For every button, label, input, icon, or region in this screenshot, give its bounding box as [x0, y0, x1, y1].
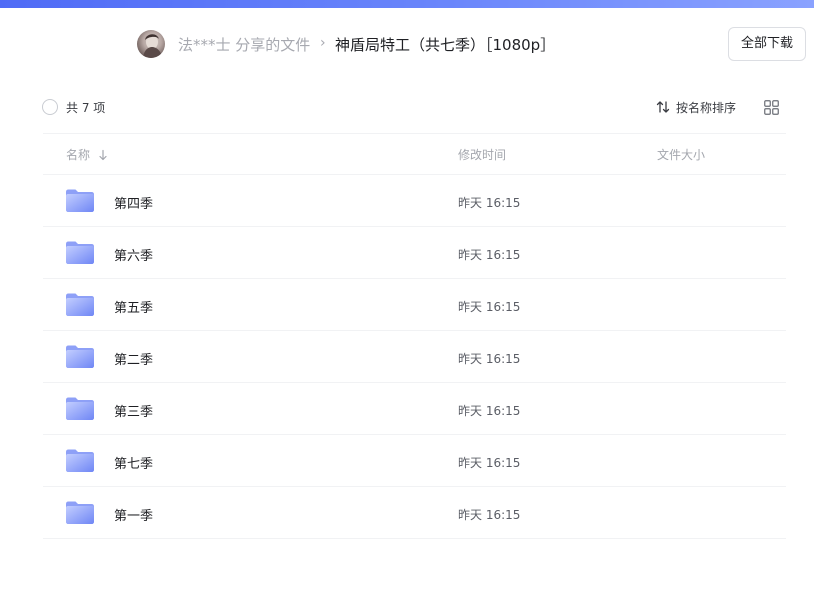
table-row[interactable]: 第一季 昨天 16:15: [43, 487, 786, 539]
column-name-label: 名称: [66, 148, 91, 162]
file-modified-time: 昨天 16:15: [458, 404, 521, 418]
folder-icon: [66, 241, 94, 264]
table-header: 名称 修改时间 文件大小: [43, 133, 786, 175]
table-row[interactable]: 第三季 昨天 16:15: [43, 383, 786, 435]
avatar[interactable]: [137, 30, 165, 58]
sort-label: 按名称排序: [676, 100, 737, 115]
file-name: 第一季: [114, 509, 154, 524]
column-name-header[interactable]: 名称: [66, 146, 108, 163]
top-accent-bar: [0, 0, 814, 8]
download-all-button[interactable]: 全部下载: [728, 27, 806, 61]
file-modified-time: 昨天 16:15: [458, 248, 521, 262]
page-title: 神盾局特工（共七季）［1080p］: [335, 36, 556, 54]
folder-icon: [66, 397, 94, 420]
table-row[interactable]: 第二季 昨天 16:15: [43, 331, 786, 383]
column-modified-header[interactable]: 修改时间: [458, 146, 506, 163]
file-modified-time: 昨天 16:15: [458, 456, 521, 470]
item-count: 共 7 项: [66, 101, 106, 115]
file-table: 名称 修改时间 文件大小 第四季 昨天 16:15 第六季 昨天 16:15 第…: [43, 133, 786, 539]
sort-arrows-icon: [656, 101, 670, 113]
grid-view-icon[interactable]: [764, 100, 779, 115]
folder-icon: [66, 345, 94, 368]
file-modified-time: 昨天 16:15: [458, 196, 521, 210]
column-size-header[interactable]: 文件大小: [657, 146, 705, 163]
table-row[interactable]: 第七季 昨天 16:15: [43, 435, 786, 487]
file-name: 第四季: [114, 197, 154, 212]
table-row[interactable]: 第五季 昨天 16:15: [43, 279, 786, 331]
file-name: 第二季: [114, 353, 154, 368]
table-row[interactable]: 第四季 昨天 16:15: [43, 175, 786, 227]
breadcrumb-separator: ›: [320, 35, 326, 51]
arrow-down-icon: [99, 149, 107, 160]
avatar-image-icon: [143, 34, 162, 58]
table-row[interactable]: 第六季 昨天 16:15: [43, 227, 786, 279]
share-header: 法***士 分享的文件 › 神盾局特工（共七季）［1080p］ 全部下载: [0, 8, 814, 82]
folder-icon: [66, 293, 94, 316]
file-name: 第六季: [114, 249, 154, 264]
folder-icon: [66, 189, 94, 212]
file-name: 第七季: [114, 457, 154, 472]
folder-icon: [66, 501, 94, 524]
sort-by-name-button[interactable]: 按名称排序: [655, 98, 736, 116]
breadcrumb-owner[interactable]: 法***士 分享的文件: [178, 34, 310, 55]
select-all-checkbox[interactable]: [42, 99, 58, 115]
file-modified-time: 昨天 16:15: [458, 300, 521, 314]
folder-icon: [66, 449, 94, 472]
file-name: 第三季: [114, 405, 154, 420]
file-name: 第五季: [114, 301, 154, 316]
file-modified-time: 昨天 16:15: [458, 352, 521, 366]
file-list: 第四季 昨天 16:15 第六季 昨天 16:15 第五季 昨天 16:15 第…: [43, 175, 786, 539]
file-modified-time: 昨天 16:15: [458, 508, 521, 522]
